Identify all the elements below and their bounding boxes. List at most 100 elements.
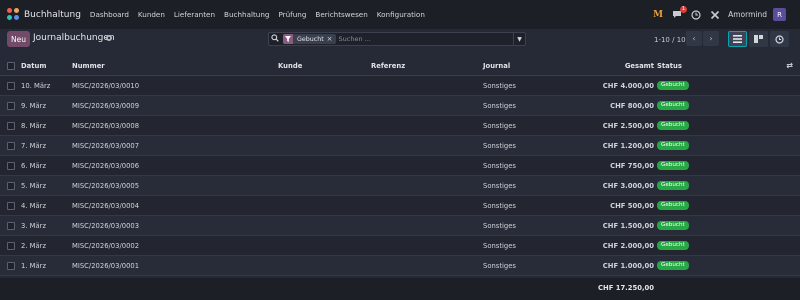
search-icon[interactable] [269,34,281,44]
user-avatar[interactable]: R [773,8,786,21]
cell-journal: Sonstiges [483,81,516,90]
cell-date: 3. März [21,221,47,230]
cell-total: CHF 3.000,00 [602,181,654,190]
cell-number: MISC/2026/03/0004 [72,201,140,210]
cell-status: Gebucht [657,196,689,215]
status-badge: Gebucht [657,221,689,230]
cell-number: MISC/2026/03/0003 [72,221,140,230]
search-bar: Gebucht × ▼ [268,32,526,46]
header-date[interactable]: Datum [21,57,46,75]
row-checkbox[interactable] [7,221,15,230]
cell-date: 2. März [21,241,47,250]
close-icon[interactable]: × [327,35,336,43]
list-view-icon [733,35,742,43]
messages-count-badge: 1 [679,5,688,13]
cell-journal: Sonstiges [483,181,516,190]
table-row[interactable]: 3. März MISC/2026/03/0003 Sonstiges CHF 1.5… [0,216,800,236]
gmail-icon[interactable]: M [652,9,664,21]
row-checkbox[interactable] [7,101,15,110]
cell-status: Gebucht [657,176,689,195]
company-switcher[interactable]: Amormind [728,10,767,19]
cell-number: MISC/2026/03/0009 [72,101,140,110]
menu-item-dashboard[interactable]: Dashboard [90,10,129,19]
cell-date: 6. März [21,161,47,170]
activity-view-button[interactable] [770,31,789,47]
search-facet[interactable]: Gebucht × [283,34,336,44]
journal-entries-table: Datum Nummer Kunde Referenz Journal Gesa… [0,57,800,276]
menu-item-buchhaltung[interactable]: Buchhaltung [224,10,269,19]
column-settings-icon[interactable]: ⇄ [786,61,793,70]
chevron-down-icon[interactable]: ▼ [513,33,525,45]
table-row[interactable]: 10. März MISC/2026/03/0010 Sonstiges CHF 4.… [0,76,800,96]
row-checkbox[interactable] [7,241,15,250]
menu-item-lieferanten[interactable]: Lieferanten [174,10,215,19]
cell-total: CHF 1.500,00 [602,221,654,230]
table-row[interactable]: 8. März MISC/2026/03/0008 Sonstiges CHF 2.5… [0,116,800,136]
cell-status: Gebucht [657,256,689,275]
cell-number: MISC/2026/03/0007 [72,141,140,150]
cell-number: MISC/2026/03/0010 [72,81,140,90]
row-checkbox[interactable] [7,161,15,170]
cell-number: MISC/2026/03/0005 [72,181,140,190]
status-badge: Gebucht [657,181,689,190]
select-all-checkbox[interactable] [7,62,15,70]
list-view-button[interactable] [728,31,747,47]
row-checkbox[interactable] [7,261,15,270]
row-checkbox[interactable] [7,141,15,150]
table-row[interactable]: 9. März MISC/2026/03/0009 Sonstiges CHF 800… [0,96,800,116]
cell-status: Gebucht [657,236,689,255]
app-logo-icon[interactable] [7,8,20,21]
header-reference[interactable]: Referenz [371,57,405,75]
row-checkbox[interactable] [7,121,15,130]
cell-journal: Sonstiges [483,221,516,230]
clock-icon[interactable] [690,9,702,21]
header-number[interactable]: Nummer [72,57,105,75]
clock-icon [775,34,784,44]
tools-icon[interactable] [709,9,721,21]
pager-next-button[interactable]: › [703,31,719,46]
row-checkbox[interactable] [7,201,15,210]
header-total[interactable]: Gesamt [625,57,654,75]
cell-date: 1. März [21,261,47,270]
row-checkbox[interactable] [7,81,15,90]
table-row[interactable]: 4. März MISC/2026/03/0004 Sonstiges CHF 500… [0,196,800,216]
app-name[interactable]: Buchhaltung [24,10,81,20]
search-input[interactable] [338,35,513,43]
cell-journal: Sonstiges [483,101,516,110]
cell-journal: Sonstiges [483,261,516,270]
cell-status: Gebucht [657,156,689,175]
header-customer[interactable]: Kunde [278,57,302,75]
pager-value[interactable]: 1-10 / 10 [654,36,686,44]
pager-previous-button[interactable]: ‹ [686,31,702,46]
cell-date: 4. März [21,201,47,210]
header-journal[interactable]: Journal [483,57,510,75]
cell-total: CHF 2.000,00 [602,241,654,250]
cell-journal: Sonstiges [483,121,516,130]
cell-number: MISC/2026/03/0008 [72,121,140,130]
menu-item-berichtswesen[interactable]: Berichtswesen [315,10,367,19]
cell-date: 10. März [21,81,51,90]
table-row[interactable]: 7. März MISC/2026/03/0007 Sonstiges CHF 1.2… [0,136,800,156]
status-badge: Gebucht [657,141,689,150]
cell-date: 5. März [21,181,47,190]
table-row[interactable]: 2. März MISC/2026/03/0002 Sonstiges CHF 2.0… [0,236,800,256]
table-header: Datum Nummer Kunde Referenz Journal Gesa… [0,57,800,76]
table-row[interactable]: 6. März MISC/2026/03/0006 Sonstiges CHF 750… [0,156,800,176]
status-badge: Gebucht [657,101,689,110]
header-status[interactable]: Status [657,57,682,75]
new-button[interactable]: Neu [7,31,30,47]
kanban-view-icon [754,35,763,43]
table-row[interactable]: 5. März MISC/2026/03/0005 Sonstiges CHF 3.0… [0,176,800,196]
cell-date: 7. März [21,141,47,150]
cell-total: CHF 2.500,00 [602,121,654,130]
messages-icon[interactable]: 1 [671,5,688,21]
kanban-view-button[interactable] [749,31,768,47]
menu-item-pruefung[interactable]: Prüfung [278,10,306,19]
menu-item-kunden[interactable]: Kunden [138,10,165,19]
status-badge: Gebucht [657,81,689,90]
row-checkbox[interactable] [7,181,15,190]
status-badge: Gebucht [657,241,689,250]
table-row[interactable]: 1. März MISC/2026/03/0001 Sonstiges CHF 1.0… [0,256,800,276]
menu-item-konfiguration[interactable]: Konfiguration [377,10,425,19]
gear-icon[interactable] [105,34,113,44]
